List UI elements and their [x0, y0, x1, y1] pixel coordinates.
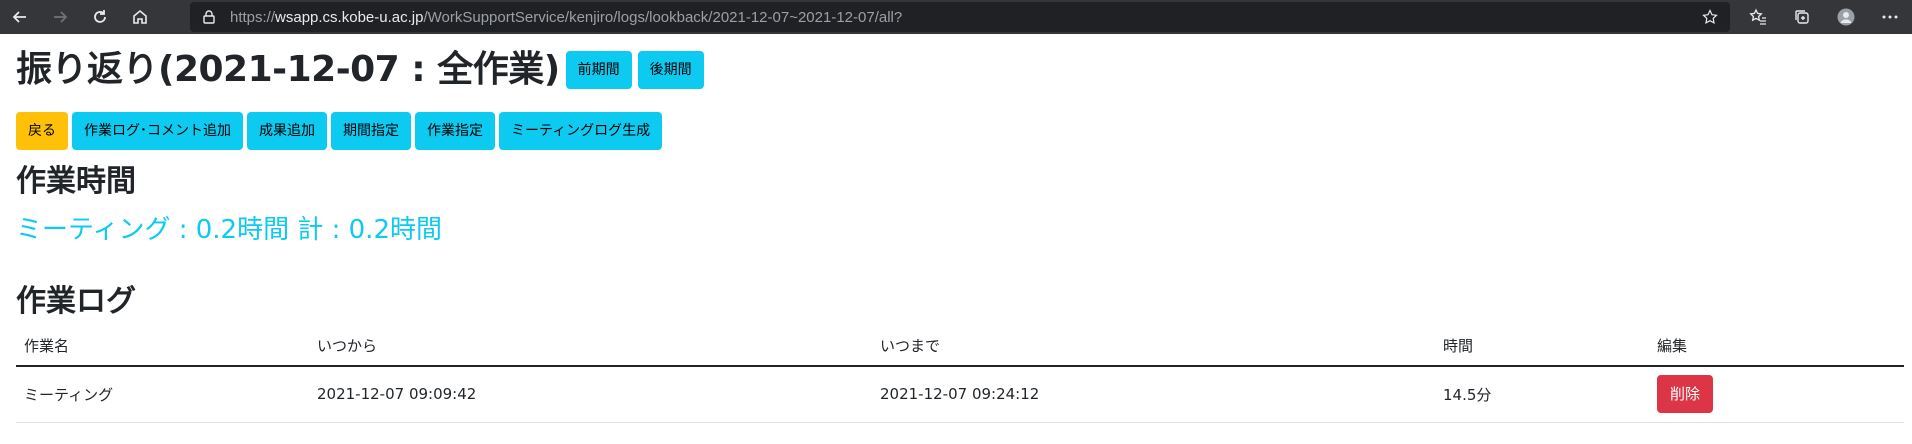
period-select-button[interactable]: 期間指定 — [331, 112, 411, 150]
page-title: 振り返り(2021-12-07 : 全作業) — [16, 49, 560, 90]
column-header-from: いつから — [309, 326, 872, 367]
column-header-name: 作業名 — [16, 326, 309, 367]
work-time-summary: ミーティング : 0.2時間 計 : 0.2時間 — [16, 215, 442, 245]
forward-arrow-icon[interactable] — [40, 0, 80, 34]
add-result-button[interactable]: 成果追加 — [247, 112, 327, 150]
cell-edit: 削除 — [1649, 366, 1904, 423]
profile-avatar-icon[interactable] — [1824, 0, 1868, 34]
back-arrow-icon[interactable] — [0, 0, 40, 34]
add-favorite-icon[interactable] — [1702, 9, 1718, 25]
url-scheme: https:// — [230, 8, 276, 26]
home-icon[interactable] — [120, 0, 160, 34]
column-header-duration: 時間 — [1435, 326, 1649, 367]
table-row: ミーティング 2021-12-07 09:09:42 2021-12-07 09… — [16, 366, 1904, 423]
action-buttons: 戻る 作業ログ･コメント追加 成果追加 期間指定 作業指定 ミーティングログ生成 — [16, 112, 1896, 150]
delete-button[interactable]: 削除 — [1657, 375, 1714, 414]
address-bar[interactable]: https://wsapp.cs.kobe-u.ac.jp/WorkSuppor… — [190, 2, 1730, 32]
page-content: 振り返り(2021-12-07 : 全作業) 前期間 後期間 戻る 作業ログ･コ… — [0, 42, 1912, 423]
url-text[interactable]: https://wsapp.cs.kobe-u.ac.jp/WorkSuppor… — [230, 9, 902, 26]
lock-icon — [203, 10, 215, 24]
reload-icon[interactable] — [80, 0, 120, 34]
cell-from: 2021-12-07 09:09:42 — [309, 366, 872, 423]
table-header-row: 作業名 いつから いつまで 時間 編集 — [16, 326, 1904, 367]
favorites-icon[interactable] — [1736, 0, 1780, 34]
add-log-comment-button[interactable]: 作業ログ･コメント追加 — [72, 112, 243, 150]
cell-to: 2021-12-07 09:24:12 — [872, 366, 1435, 423]
column-header-edit: 編集 — [1649, 326, 1904, 367]
work-log-heading: 作業ログ — [16, 284, 136, 319]
back-button[interactable]: 戻る — [16, 112, 68, 150]
meeting-log-button[interactable]: ミーティングログ生成 — [499, 112, 663, 150]
title-row: 振り返り(2021-12-07 : 全作業) 前期間 後期間 — [16, 42, 1896, 98]
next-period-button[interactable]: 後期間 — [637, 51, 704, 89]
browser-toolbar: https://wsapp.cs.kobe-u.ac.jp/WorkSuppor… — [0, 0, 1912, 34]
more-menu-icon[interactable] — [1868, 0, 1912, 34]
url-path: /WorkSupportService/kenjiro/logs/lookbac… — [423, 8, 903, 26]
prev-period-button[interactable]: 前期間 — [565, 51, 632, 89]
work-log-table: 作業名 いつから いつまで 時間 編集 ミーティング 2021-12-07 09… — [16, 326, 1904, 423]
collections-icon[interactable] — [1780, 0, 1824, 34]
work-time-heading: 作業時間 — [16, 164, 136, 199]
url-host: wsapp.cs.kobe-u.ac.jp — [275, 8, 424, 26]
cell-duration: 14.5分 — [1435, 366, 1649, 423]
cell-name: ミーティング — [16, 366, 309, 423]
work-select-button[interactable]: 作業指定 — [415, 112, 495, 150]
column-header-to: いつまで — [872, 326, 1435, 367]
